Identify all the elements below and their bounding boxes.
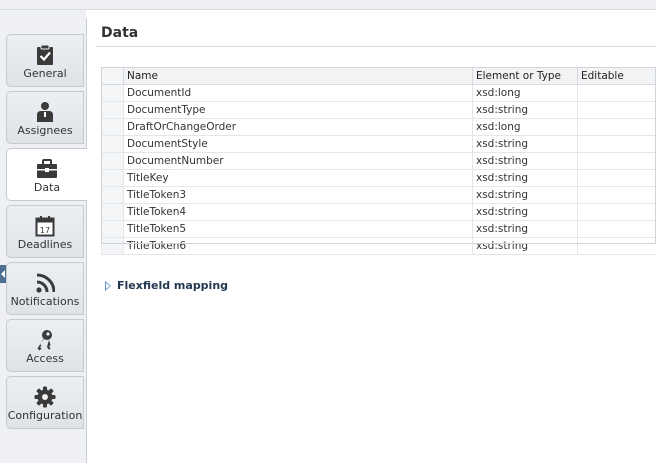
cell-name: DocumentNumber — [123, 152, 473, 170]
column-header-type[interactable]: Element or Type — [472, 67, 578, 85]
cell-name: DocumentType — [123, 101, 473, 119]
data-table: Name Element or Type Editable DocumentId… — [101, 67, 656, 255]
table-header-row: Name Element or Type Editable — [101, 67, 656, 85]
table-row[interactable]: TitleToken4 xsd:string — [101, 203, 656, 221]
cell-editable[interactable] — [577, 186, 656, 204]
tab-deadlines[interactable]: 17 Deadlines — [6, 205, 84, 258]
rss-icon — [7, 272, 83, 294]
row-selector[interactable] — [101, 237, 124, 255]
tab-label: Assignees — [17, 124, 73, 137]
tab-label: General — [23, 67, 67, 80]
cell-editable[interactable] — [577, 203, 656, 221]
page-title: Data — [101, 25, 139, 41]
cell-type: xsd:string — [472, 237, 578, 255]
cell-type: xsd:string — [472, 220, 578, 238]
cell-editable[interactable] — [577, 152, 656, 170]
table-row[interactable]: TitleKey xsd:string — [101, 169, 656, 187]
table-row[interactable]: TitleToken6 xsd:string — [101, 237, 656, 255]
cell-editable[interactable] — [577, 118, 656, 136]
cell-editable[interactable] — [577, 220, 656, 238]
tab-notifications[interactable]: Notifications — [6, 262, 84, 315]
row-selector[interactable] — [101, 220, 124, 238]
title-divider — [96, 46, 656, 47]
table-row[interactable]: DocumentStyle xsd:string — [101, 135, 656, 153]
row-selector[interactable] — [101, 152, 124, 170]
tab-label: Access — [26, 352, 64, 365]
panel-divider — [86, 18, 87, 463]
column-header-name[interactable]: Name — [123, 67, 473, 85]
cell-type: xsd:string — [472, 152, 578, 170]
cell-type: xsd:long — [472, 84, 578, 102]
expand-triangle-icon — [105, 280, 111, 291]
tab-general[interactable]: General — [6, 34, 84, 87]
tab-label: Deadlines — [17, 238, 73, 251]
briefcase-icon — [7, 158, 87, 180]
cell-name: DocumentStyle — [123, 135, 473, 153]
cell-type: xsd:string — [472, 186, 578, 204]
cell-type: xsd:string — [472, 101, 578, 119]
table-row[interactable]: DocumentNumber xsd:string — [101, 152, 656, 170]
cell-name: DraftOrChangeOrder — [123, 118, 473, 136]
cell-editable[interactable] — [577, 101, 656, 119]
cell-editable[interactable] — [577, 84, 656, 102]
cell-name: TitleToken5 — [123, 220, 473, 238]
cell-type: xsd:string — [472, 135, 578, 153]
tab-assignees[interactable]: Assignees — [6, 91, 84, 144]
row-selector[interactable] — [101, 84, 124, 102]
table-row[interactable]: TitleToken5 xsd:string — [101, 220, 656, 238]
row-selector[interactable] — [101, 169, 124, 187]
person-icon — [7, 101, 83, 123]
row-header-corner — [101, 67, 124, 85]
tab-configuration[interactable]: Configuration — [6, 376, 84, 429]
cell-editable[interactable] — [577, 169, 656, 187]
cell-name: TitleToken3 — [123, 186, 473, 204]
row-selector[interactable] — [101, 203, 124, 221]
table-row[interactable]: TitleToken3 xsd:string — [101, 186, 656, 204]
row-selector[interactable] — [101, 186, 124, 204]
tab-label: Data — [33, 181, 61, 194]
cell-name: TitleKey — [123, 169, 473, 187]
cell-name: TitleToken6 — [123, 237, 473, 255]
calendar-icon: 17 — [7, 215, 83, 237]
table-row[interactable]: DraftOrChangeOrder xsd:long — [101, 118, 656, 136]
cell-type: xsd:string — [472, 169, 578, 187]
cell-name: TitleToken4 — [123, 203, 473, 221]
row-selector[interactable] — [101, 118, 124, 136]
column-header-editable[interactable]: Editable — [577, 67, 656, 85]
calendar-day: 17 — [40, 226, 50, 235]
cell-name: DocumentId — [123, 84, 473, 102]
tab-label: Notifications — [10, 295, 80, 308]
tab-data[interactable]: Data — [6, 148, 87, 201]
cell-editable[interactable] — [577, 237, 656, 255]
row-selector[interactable] — [101, 135, 124, 153]
cell-editable[interactable] — [577, 135, 656, 153]
clipboard-check-icon — [7, 44, 83, 66]
gear-icon — [7, 386, 83, 408]
keys-icon — [7, 329, 83, 351]
tab-label: Configuration — [7, 409, 83, 422]
tab-access[interactable]: Access — [6, 319, 84, 372]
top-bar — [0, 0, 656, 10]
table-row[interactable]: DocumentId xsd:long — [101, 84, 656, 102]
row-selector[interactable] — [101, 101, 124, 119]
flexfield-mapping-label: Flexfield mapping — [117, 279, 229, 292]
cell-type: xsd:string — [472, 203, 578, 221]
table-row[interactable]: DocumentType xsd:string — [101, 101, 656, 119]
flexfield-mapping-toggle[interactable]: Flexfield mapping — [105, 279, 228, 292]
cell-type: xsd:long — [472, 118, 578, 136]
